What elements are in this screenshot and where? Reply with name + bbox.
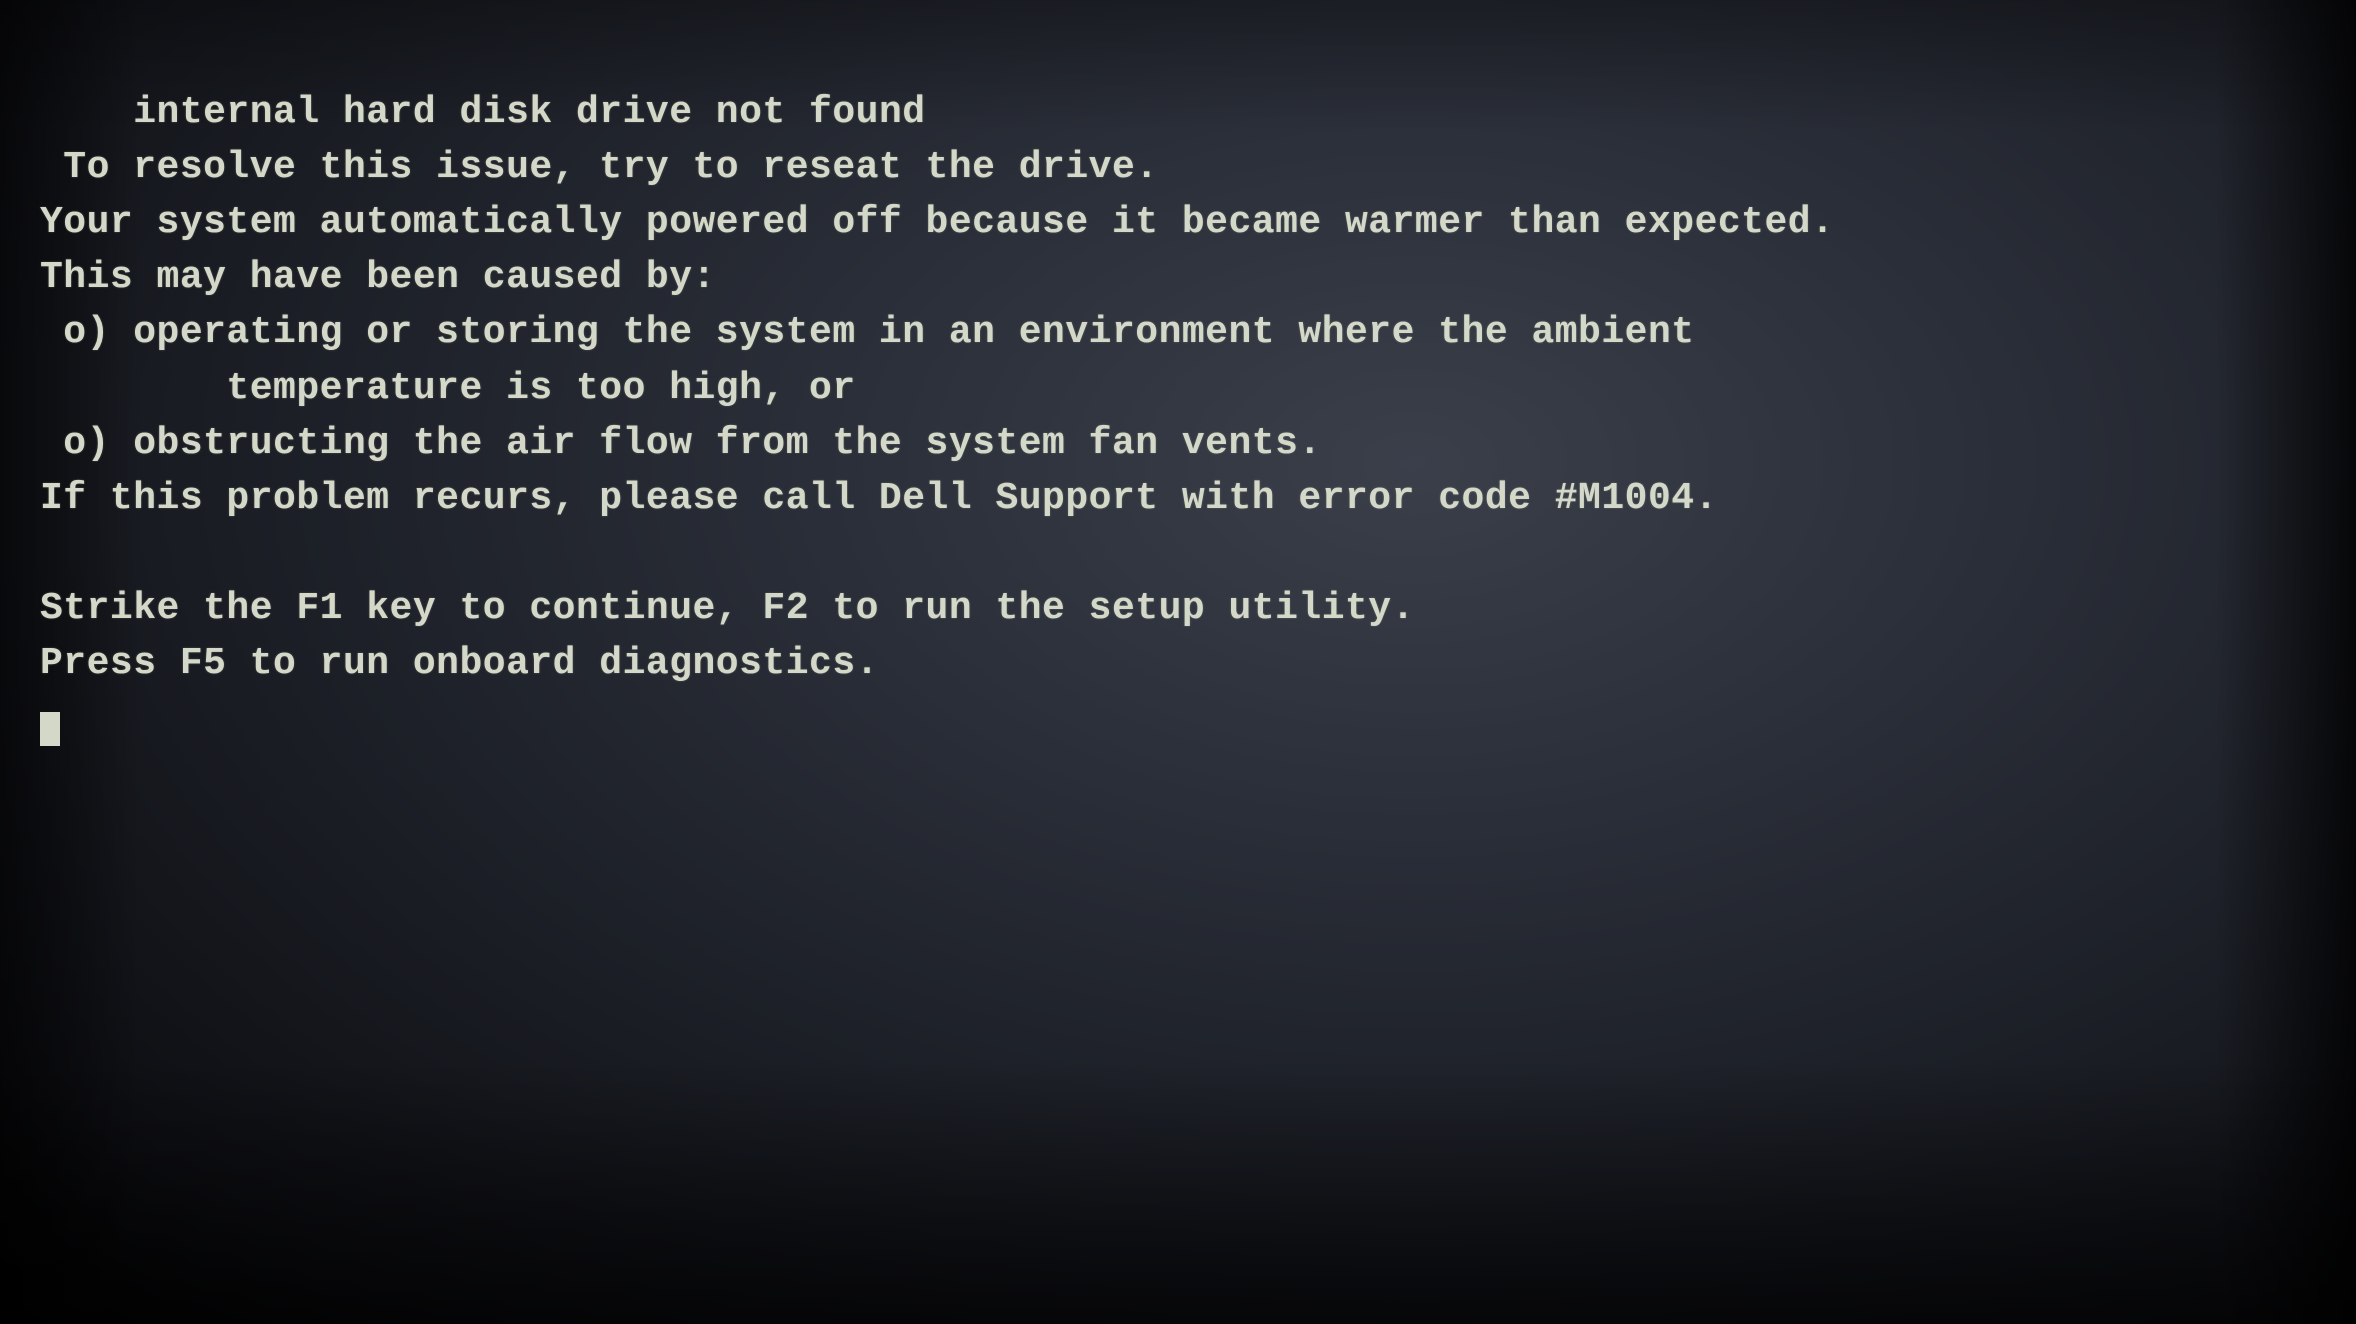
line-4: This may have been caused by: (40, 256, 716, 299)
line-7: o) obstructing the air flow from the sys… (40, 422, 1322, 465)
line-6: temperature is too high, or (40, 367, 856, 410)
cursor-line (40, 697, 60, 740)
cursor-icon (40, 712, 60, 746)
bios-screen: internal hard disk drive not found To re… (0, 0, 2356, 1324)
line-8: If this problem recurs, please call Dell… (40, 477, 1718, 520)
line-1: internal hard disk drive not found (133, 91, 925, 134)
line-9: Strike the F1 key to continue, F2 to run… (40, 587, 1415, 630)
terminal-output: internal hard disk drive not found To re… (40, 30, 1834, 801)
line-2: To resolve this issue, try to reseat the… (40, 146, 1159, 189)
line-10: Press F5 to run onboard diagnostics. (40, 642, 879, 685)
line-3: Your system automatically powered off be… (40, 201, 1834, 244)
line-5: o) operating or storing the system in an… (40, 311, 1695, 354)
